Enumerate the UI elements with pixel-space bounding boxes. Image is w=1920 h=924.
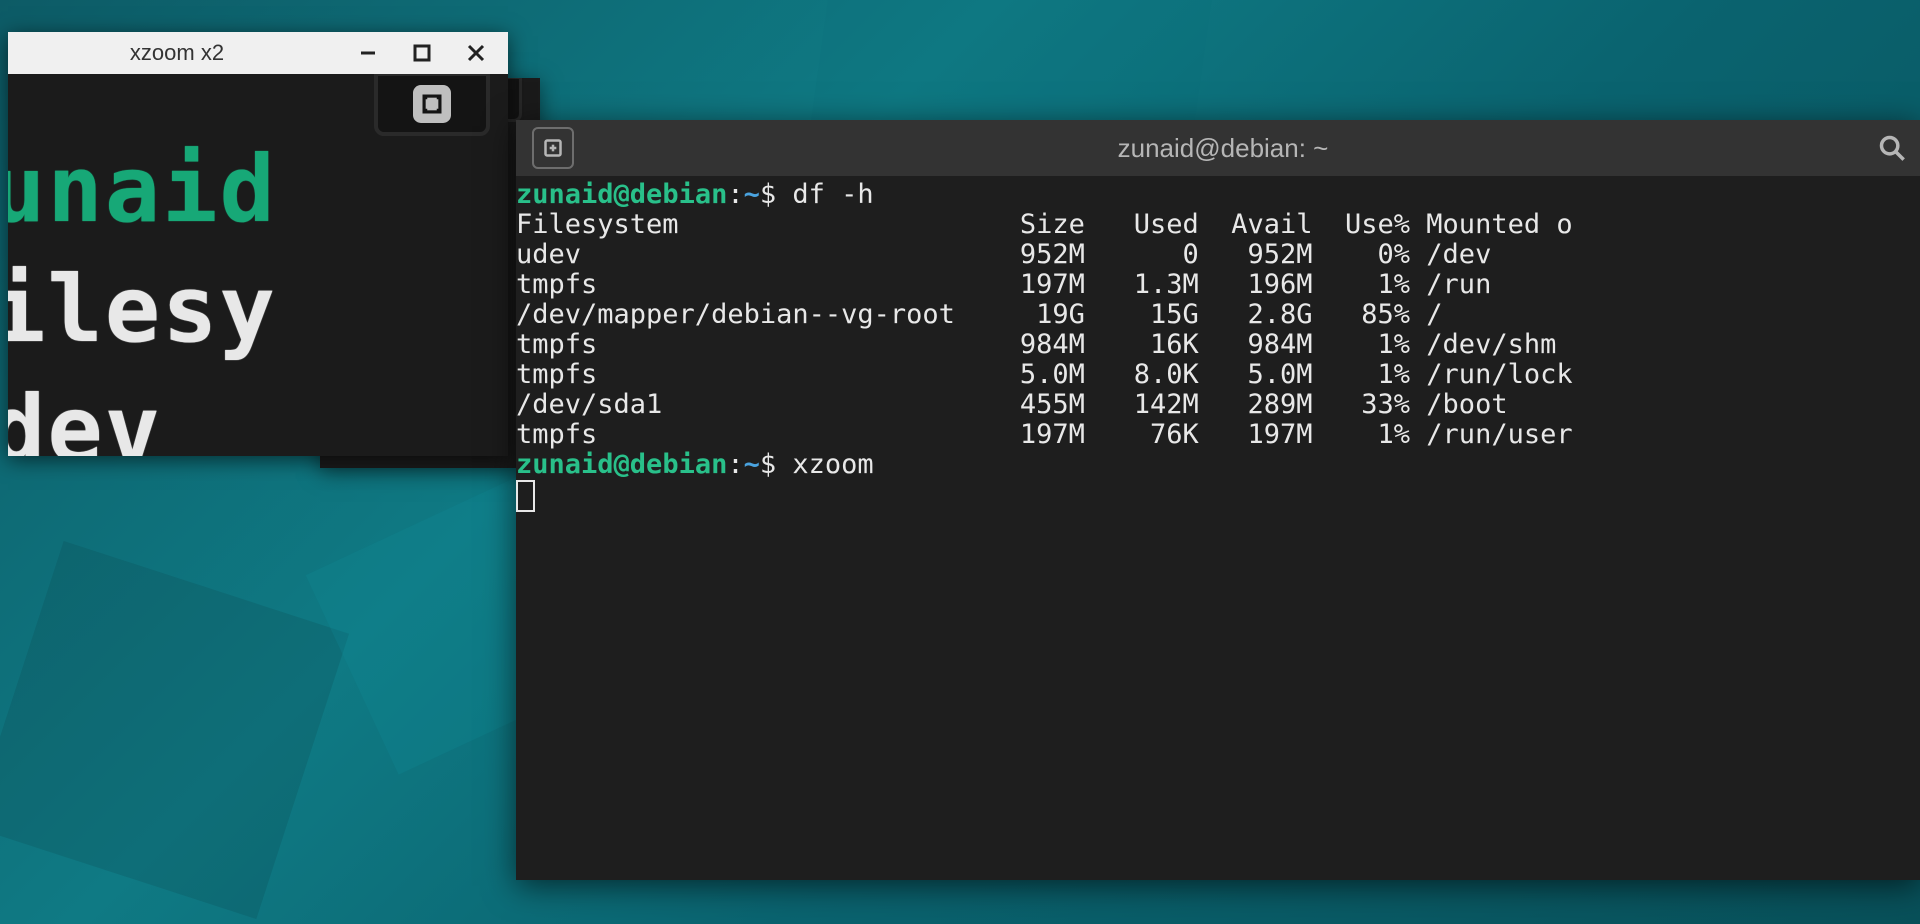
terminal-output[interactable]: zunaid@debian:~$ df -h Filesystem Size U… (516, 176, 1920, 512)
magnified-text: ilesy (8, 256, 277, 363)
search-button[interactable] (1872, 128, 1912, 168)
maximize-button[interactable] (410, 41, 434, 65)
terminal-window[interactable]: zunaid@debian: ~ zunaid@debian:~$ df -h … (516, 120, 1920, 880)
magnified-text: dev (8, 376, 162, 456)
xzoom-window[interactable]: xzoom x2 unaid ilesy dev (8, 32, 508, 456)
new-tab-icon (374, 74, 490, 136)
magnified-text: unaid (8, 136, 277, 243)
xzoom-titlebar[interactable]: xzoom x2 (8, 32, 508, 74)
new-tab-button[interactable] (532, 127, 574, 169)
xzoom-viewport[interactable]: unaid ilesy dev (8, 74, 508, 456)
terminal-title: zunaid@debian: ~ (574, 133, 1872, 164)
terminal-cursor (516, 480, 535, 512)
terminal-headerbar[interactable]: zunaid@debian: ~ (516, 120, 1920, 176)
xzoom-window-title: xzoom x2 (28, 40, 326, 66)
wallpaper-shape (0, 541, 349, 919)
minimize-button[interactable] (356, 41, 380, 65)
close-button[interactable] (464, 41, 488, 65)
